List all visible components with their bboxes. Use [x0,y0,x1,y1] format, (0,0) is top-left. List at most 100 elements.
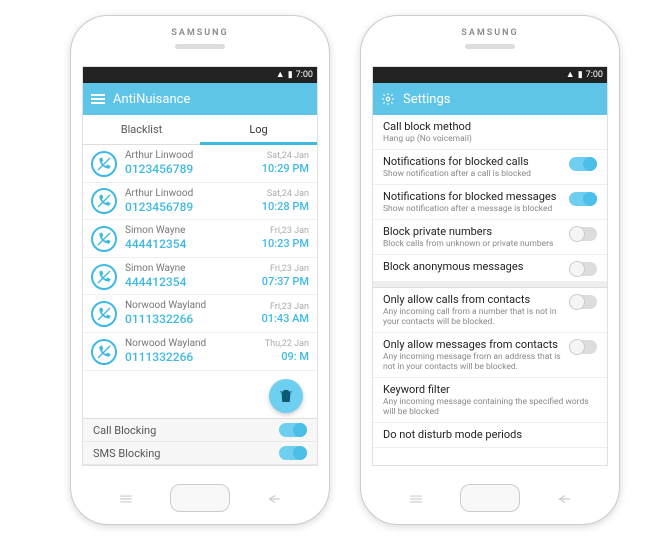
log-number: 0111332266 [125,350,265,366]
blocked-call-icon [91,339,117,365]
tab-blacklist[interactable]: Blacklist [83,115,200,144]
setting-toggle[interactable] [569,227,597,241]
log-text: Simon Wayne444412354 [125,225,262,253]
setting-text: Only allow messages from contactsAny inc… [383,338,563,372]
log-row[interactable]: Norwood Wayland0111332266Thu,22 Jan09: M [83,333,317,371]
log-date: Sat,24 Jan [262,189,309,200]
log-date: Fri,23 Jan [262,226,309,237]
log-meta: Fri,23 Jan01:43 AM [261,302,309,327]
signal-icon: ▲ [566,71,575,80]
back-softkey-icon[interactable] [267,494,281,504]
log-list[interactable]: Arthur Linwood0123456789Sat,24 Jan10:29 … [83,145,317,371]
settings-list[interactable]: Call block methodHang up (No voicemail) N… [373,115,607,448]
tab-log[interactable]: Log [200,115,317,144]
menu-softkey-icon[interactable] [409,494,423,504]
call-blocking-row: Call Blocking [83,419,317,442]
setting-title: Call block method [383,120,597,134]
blocked-call-icon [91,226,117,252]
log-meta: Fri,23 Jan07:37 PM [262,264,309,289]
log-time: 09: M [265,350,309,364]
setting-text: Block anonymous messages [383,260,563,274]
speaker [175,44,225,49]
home-button[interactable] [170,484,230,512]
phone-right: SAMSUNG ▲ ▮ 7:00 Settings Call block met… [360,15,620,525]
log-text: Norwood Wayland0111332266 [125,338,265,366]
log-row[interactable]: Norwood Wayland0111332266Fri,23 Jan01:43… [83,295,317,333]
gear-icon[interactable] [381,92,395,106]
log-name: Simon Wayne [125,225,262,237]
log-row[interactable]: Arthur Linwood0123456789Sat,24 Jan10:28 … [83,183,317,221]
setting-subtitle: Show notification after a message is blo… [383,204,563,214]
setting-text: Keyword filterAny incoming message conta… [383,383,597,417]
log-date: Fri,23 Jan [261,302,309,313]
call-blocking-toggle[interactable] [279,423,307,437]
screen-left: ▲ ▮ 7:00 AntiNuisance Blacklist Log Arth… [82,66,318,466]
log-meta: Sat,24 Jan10:29 PM [262,151,309,176]
log-date: Thu,22 Jan [265,339,309,350]
blocked-call-icon [91,301,117,327]
setting-title: Notifications for blocked messages [383,190,563,204]
log-date: Fri,23 Jan [262,264,309,275]
home-button[interactable] [460,484,520,512]
setting-row[interactable]: Notifications for blocked callsShow noti… [373,150,607,185]
log-date: Sat,24 Jan [262,151,309,162]
hamburger-icon[interactable] [91,94,105,104]
setting-row[interactable]: Keyword filterAny incoming message conta… [373,378,607,423]
signal-icon: ▲ [276,71,285,80]
sms-blocking-toggle[interactable] [279,446,307,460]
log-row[interactable]: Simon Wayne444412354Fri,23 Jan07:37 PM [83,258,317,296]
setting-row[interactable]: Block anonymous messages [373,255,607,282]
back-softkey-icon[interactable] [557,494,571,504]
setting-text: Notifications for blocked callsShow noti… [383,155,563,179]
setting-title: Block private numbers [383,225,563,239]
setting-text: Call block methodHang up (No voicemail) [383,120,597,144]
log-time: 10:23 PM [262,237,309,251]
log-row[interactable]: Arthur Linwood0123456789Sat,24 Jan10:29 … [83,145,317,183]
settings-title: Settings [403,92,450,107]
setting-subtitle: Block calls from unknown or private numb… [383,239,563,249]
log-name: Norwood Wayland [125,338,265,350]
setting-text: Only allow calls from contactsAny incomi… [383,293,563,327]
setting-subtitle: Any incoming message from an address tha… [383,352,563,372]
blocked-call-icon [91,188,117,214]
setting-toggle[interactable] [569,340,597,354]
log-row[interactable]: Simon Wayne444412354Fri,23 Jan10:23 PM [83,220,317,258]
device-brand: SAMSUNG [71,16,329,38]
setting-title: Do not disturb mode periods [383,428,597,442]
setting-toggle[interactable] [569,262,597,276]
speaker [465,44,515,49]
setting-toggle[interactable] [569,295,597,309]
setting-title: Keyword filter [383,383,597,397]
blocked-call-icon [91,264,117,290]
device-brand: SAMSUNG [361,16,619,38]
log-time: 10:28 PM [262,200,309,214]
log-number: 444412354 [125,275,262,291]
sms-blocking-row: SMS Blocking [83,442,317,465]
log-number: 0123456789 [125,162,262,178]
delete-button[interactable] [269,379,303,413]
setting-row[interactable]: Notifications for blocked messagesShow n… [373,185,607,220]
setting-toggle[interactable] [569,157,597,171]
battery-icon: ▮ [288,71,293,80]
app-bar: AntiNuisance [83,83,317,115]
setting-row[interactable]: Only allow messages from contactsAny inc… [373,333,607,378]
status-bar: ▲ ▮ 7:00 [373,67,607,83]
status-time: 7:00 [296,71,313,80]
tabs: Blacklist Log [83,115,317,145]
status-bar: ▲ ▮ 7:00 [83,67,317,83]
setting-row[interactable]: Block private numbersBlock calls from un… [373,220,607,255]
setting-title: Notifications for blocked calls [383,155,563,169]
setting-row[interactable]: Only allow calls from contactsAny incomi… [373,288,607,333]
log-time: 01:43 AM [261,312,309,326]
log-text: Arthur Linwood0123456789 [125,150,262,178]
menu-softkey-icon[interactable] [119,494,133,504]
setting-text: Do not disturb mode periods [383,428,597,442]
log-meta: Sat,24 Jan10:28 PM [262,189,309,214]
log-meta: Thu,22 Jan09: M [265,339,309,364]
setting-row[interactable]: Do not disturb mode periods [373,423,607,448]
setting-toggle[interactable] [569,192,597,206]
setting-row[interactable]: Call block methodHang up (No voicemail) [373,115,607,150]
log-time: 10:29 PM [262,162,309,176]
blocked-call-icon [91,151,117,177]
trash-icon [277,387,295,405]
